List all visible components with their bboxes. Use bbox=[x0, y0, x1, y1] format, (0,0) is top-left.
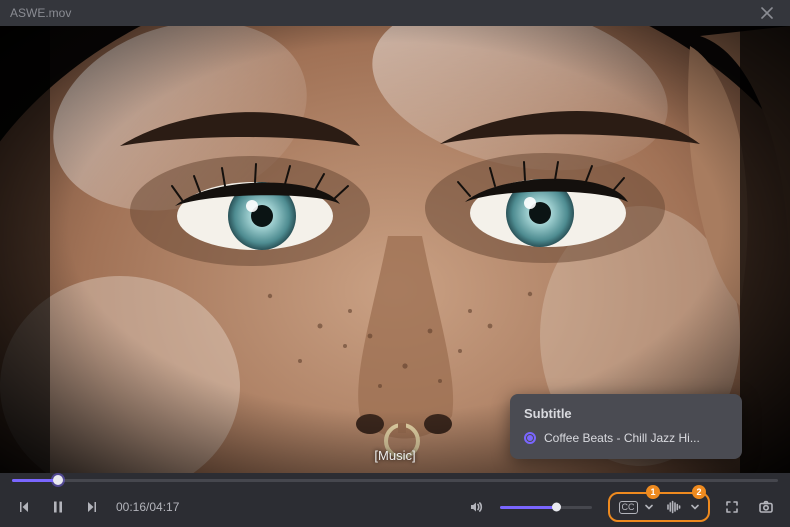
previous-frame-icon bbox=[16, 499, 32, 515]
snapshot-button[interactable] bbox=[754, 495, 778, 519]
volume-fill bbox=[500, 506, 557, 509]
next-frame-button[interactable] bbox=[80, 495, 104, 519]
audio-waveform-button[interactable] bbox=[662, 495, 686, 519]
titlebar: ASWE.mov bbox=[0, 0, 790, 26]
chevron-down-icon bbox=[644, 502, 654, 512]
next-frame-icon bbox=[84, 499, 100, 515]
video-viewport[interactable]: [Music] Subtitle Coffee Beats - Chill Ja… bbox=[0, 26, 790, 473]
audio-waveform-icon bbox=[666, 499, 682, 515]
fullscreen-button[interactable] bbox=[720, 495, 744, 519]
window-title: ASWE.mov bbox=[10, 6, 754, 20]
tutorial-highlight: CC 1 bbox=[608, 492, 710, 522]
closed-caption-icon: CC bbox=[619, 501, 638, 514]
progress-track[interactable] bbox=[12, 479, 778, 482]
progress-fill bbox=[12, 479, 58, 482]
time-current: 00:16 bbox=[116, 500, 146, 514]
subtitle-popup-title: Subtitle bbox=[524, 406, 728, 421]
progress-bar-row bbox=[0, 473, 790, 487]
timecode-display: 00:16/04:17 bbox=[116, 500, 179, 514]
camera-snapshot-icon bbox=[758, 499, 774, 515]
chevron-down-icon bbox=[690, 502, 700, 512]
previous-frame-button[interactable] bbox=[12, 495, 36, 519]
volume-slider[interactable] bbox=[500, 506, 592, 509]
controls-bar: 00:16/04:17 CC 1 bbox=[0, 487, 790, 527]
highlight-badge-1: 1 bbox=[646, 485, 660, 499]
pause-button[interactable] bbox=[46, 495, 70, 519]
fullscreen-icon bbox=[724, 499, 740, 515]
subtitle-popup: Subtitle Coffee Beats - Chill Jazz Hi... bbox=[510, 394, 742, 459]
subtitle-option-label: Coffee Beats - Chill Jazz Hi... bbox=[544, 431, 700, 445]
highlight-badge-2: 2 bbox=[692, 485, 706, 499]
cc-dropdown-group: CC 1 bbox=[614, 495, 658, 519]
close-button[interactable] bbox=[754, 0, 780, 26]
close-icon bbox=[761, 7, 773, 19]
subtitle-option[interactable]: Coffee Beats - Chill Jazz Hi... bbox=[524, 431, 728, 445]
volume-icon bbox=[468, 499, 484, 515]
cc-button[interactable]: CC bbox=[616, 495, 640, 519]
time-total: 04:17 bbox=[149, 500, 179, 514]
audio-dropdown-group: 2 bbox=[660, 495, 704, 519]
radio-selected-icon bbox=[524, 432, 536, 444]
pause-icon bbox=[50, 499, 66, 515]
volume-button[interactable] bbox=[464, 495, 488, 519]
caption-overlay: [Music] bbox=[374, 448, 415, 463]
video-player-window: ASWE.mov bbox=[0, 0, 790, 527]
